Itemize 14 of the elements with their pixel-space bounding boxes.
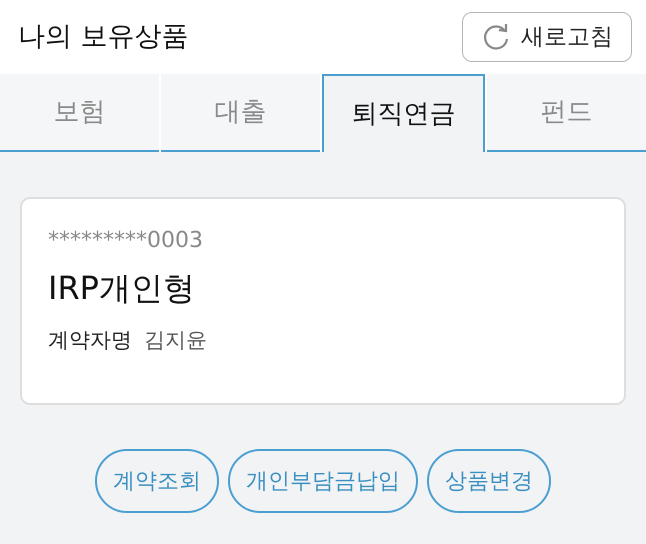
tab[interactable]: 보험 [0, 74, 159, 152]
account-number: *********0003 [48, 227, 204, 255]
action-button[interactable]: 계약조회 [95, 449, 219, 513]
holder-name: 김지윤 [144, 327, 207, 354]
refresh-button[interactable]: 새로고침 [462, 12, 632, 62]
refresh-icon [481, 22, 511, 52]
product-name: IRP개인형 [48, 268, 196, 309]
holder-label: 계약자명 [48, 327, 132, 354]
tab[interactable]: 대출 [161, 74, 320, 152]
tab[interactable]: 펀드 [487, 74, 646, 152]
action-button[interactable]: 개인부담금납입 [228, 449, 418, 513]
page-title: 나의 보유상품 [18, 20, 189, 54]
action-button[interactable]: 상품변경 [427, 449, 551, 513]
tab[interactable]: 퇴직연금 [322, 74, 485, 152]
